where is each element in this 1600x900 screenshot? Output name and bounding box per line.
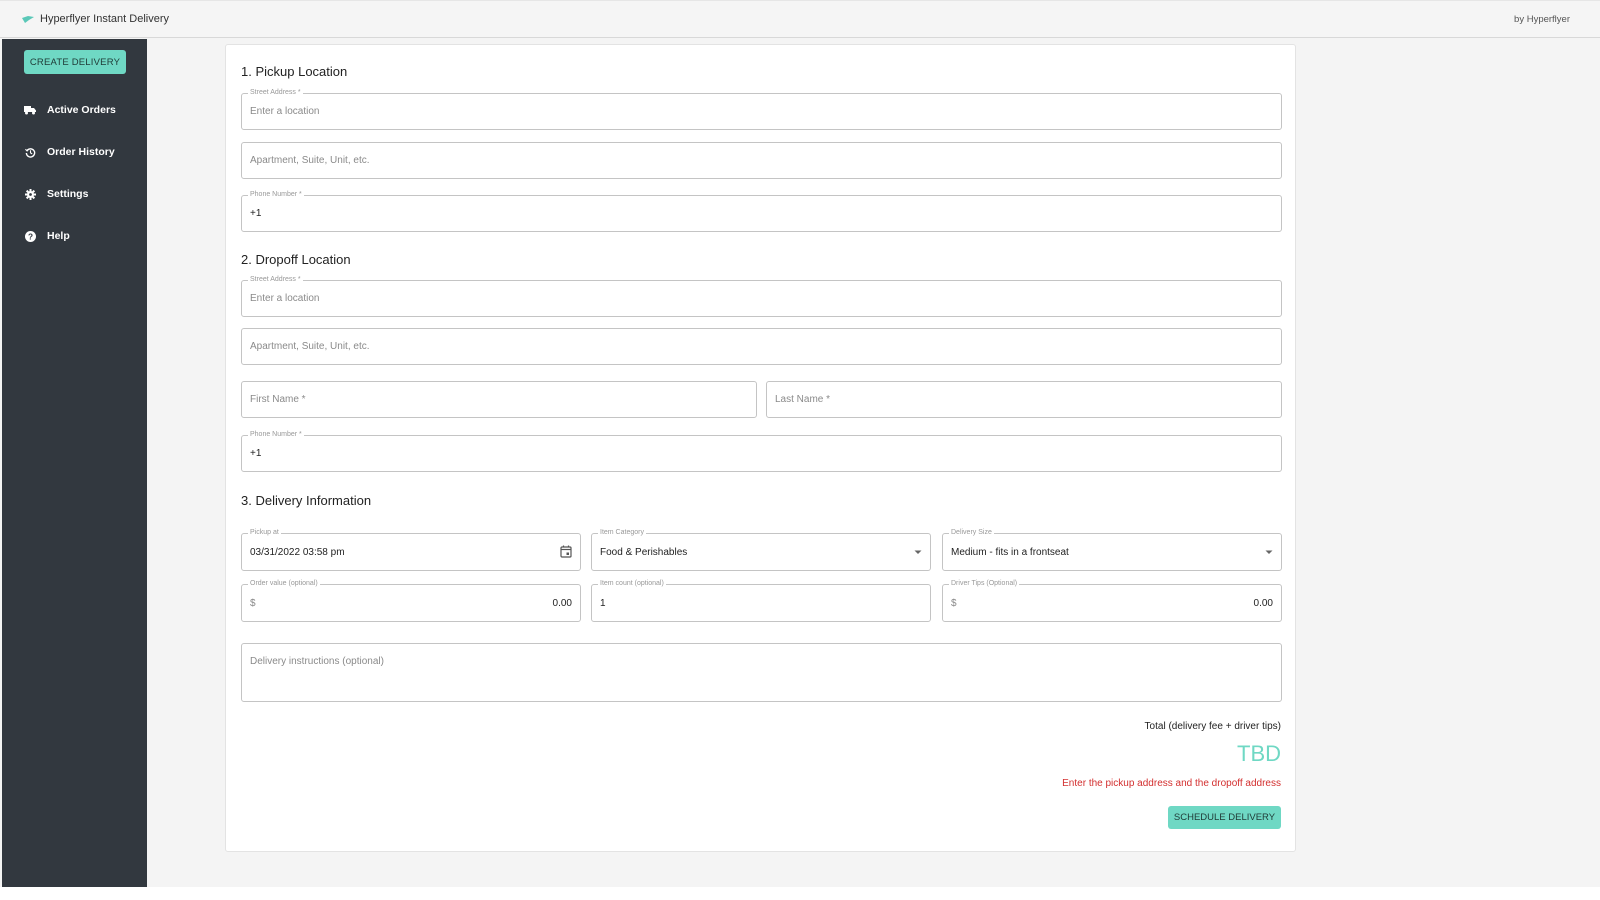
chevron-down-icon (1265, 550, 1273, 555)
pickup-at-input[interactable]: Pickup at 03/31/2022 03:58 pm (241, 528, 581, 571)
sidebar: CREATE DELIVERY Active Orders Order Hist… (2, 39, 147, 887)
sidebar-item-label: Settings (47, 188, 89, 200)
gear-icon (24, 188, 36, 200)
first-name-input[interactable]: First Name * (241, 381, 757, 418)
svg-text:?: ? (27, 232, 32, 241)
create-delivery-button[interactable]: CREATE DELIVERY (24, 50, 126, 74)
pickup-street-placeholder: Enter a location (250, 106, 320, 117)
dropoff-phone-value: +1 (250, 448, 262, 459)
driver-tips-label: Driver Tips (Optional) (949, 579, 1020, 589)
delivery-form-card: 1. Pickup Location Street Address * Ente… (225, 44, 1296, 852)
dropoff-street-placeholder: Enter a location (250, 293, 320, 304)
app-root: Hyperflyer Instant Delivery by Hyperflye… (0, 0, 1600, 887)
dropoff-phone-label: Phone Number * (248, 430, 304, 440)
delivery-size-value: Medium - fits in a frontseat (951, 547, 1069, 558)
item-category-label: Item Category (598, 528, 646, 538)
item-category-value: Food & Perishables (600, 547, 688, 558)
brand: Hyperflyer Instant Delivery (22, 13, 169, 25)
sidebar-item-order-history[interactable]: Order History (24, 146, 115, 158)
sidebar-item-label: Active Orders (47, 104, 116, 116)
pickup-section-title: 1. Pickup Location (241, 64, 348, 79)
order-value-input[interactable]: Order value (optional) $ 0.00 (241, 579, 581, 622)
driver-tips-prefix: $ (951, 598, 957, 609)
calendar-icon[interactable] (560, 545, 572, 558)
order-value-prefix: $ (250, 598, 256, 609)
dropoff-section-title: 2. Dropoff Location (241, 252, 351, 267)
total-value: TBD (1237, 741, 1281, 766)
pickup-street-input[interactable]: Street Address * Enter a location (241, 88, 1282, 130)
driver-tips-input[interactable]: Driver Tips (Optional) $ 0.00 (942, 579, 1282, 622)
last-name-input[interactable]: Last Name * (766, 381, 1282, 418)
last-name-placeholder: Last Name * (775, 394, 831, 405)
item-count-label: Item count (optional) (598, 579, 666, 589)
delivery-section-title: 3. Delivery Information (241, 493, 372, 508)
delivery-size-label: Delivery Size (949, 528, 994, 538)
pickup-street-label: Street Address * (248, 88, 303, 98)
app-title: Hyperflyer Instant Delivery (40, 13, 169, 25)
pickup-phone-input[interactable]: Phone Number * +1 (241, 190, 1282, 232)
pickup-at-value: 03/31/2022 03:58 pm (250, 547, 345, 558)
sidebar-item-label: Help (47, 230, 70, 242)
history-icon (24, 146, 36, 158)
sidebar-item-help[interactable]: ? Help (24, 230, 70, 242)
truck-icon (24, 104, 36, 116)
order-value-amount: 0.00 (552, 598, 572, 609)
byline: by Hyperflyer (1514, 14, 1570, 25)
dropoff-apartment-placeholder: Apartment, Suite, Unit, etc. (250, 341, 370, 352)
bird-logo-icon (22, 15, 34, 23)
dropoff-apartment-input[interactable]: Apartment, Suite, Unit, etc. (241, 328, 1282, 365)
delivery-instructions-placeholder: Delivery instructions (optional) (250, 656, 384, 667)
item-count-input[interactable]: Item count (optional) 1 (591, 579, 931, 622)
pickup-apartment-input[interactable]: Apartment, Suite, Unit, etc. (241, 142, 1282, 179)
error-message: Enter the pickup address and the dropoff… (1062, 778, 1281, 789)
sidebar-item-label: Order History (47, 146, 115, 158)
pickup-phone-value: +1 (250, 208, 262, 219)
pickup-at-label: Pickup at (248, 528, 281, 538)
order-value-label: Order value (optional) (248, 579, 320, 589)
dropoff-phone-input[interactable]: Phone Number * +1 (241, 430, 1282, 472)
schedule-delivery-button[interactable]: SCHEDULE DELIVERY (1168, 806, 1281, 829)
delivery-instructions-textarea[interactable]: Delivery instructions (optional) (241, 643, 1282, 702)
chevron-down-icon (914, 550, 922, 555)
item-count-value: 1 (600, 598, 606, 609)
dropoff-street-input[interactable]: Street Address * Enter a location (241, 275, 1282, 317)
driver-tips-amount: 0.00 (1253, 598, 1273, 609)
pickup-phone-label: Phone Number * (248, 190, 304, 200)
total-label: Total (delivery fee + driver tips) (1144, 721, 1281, 732)
help-icon: ? (24, 230, 36, 242)
sidebar-item-settings[interactable]: Settings (24, 188, 88, 200)
dropoff-street-label: Street Address * (248, 275, 303, 285)
delivery-size-select[interactable]: Delivery Size Medium - fits in a frontse… (942, 528, 1282, 571)
sidebar-item-active-orders[interactable]: Active Orders (24, 104, 116, 116)
pickup-apartment-placeholder: Apartment, Suite, Unit, etc. (250, 155, 370, 166)
top-bar: Hyperflyer Instant Delivery by Hyperflye… (0, 0, 1600, 38)
item-category-select[interactable]: Item Category Food & Perishables (591, 528, 931, 571)
first-name-placeholder: First Name * (250, 394, 306, 405)
